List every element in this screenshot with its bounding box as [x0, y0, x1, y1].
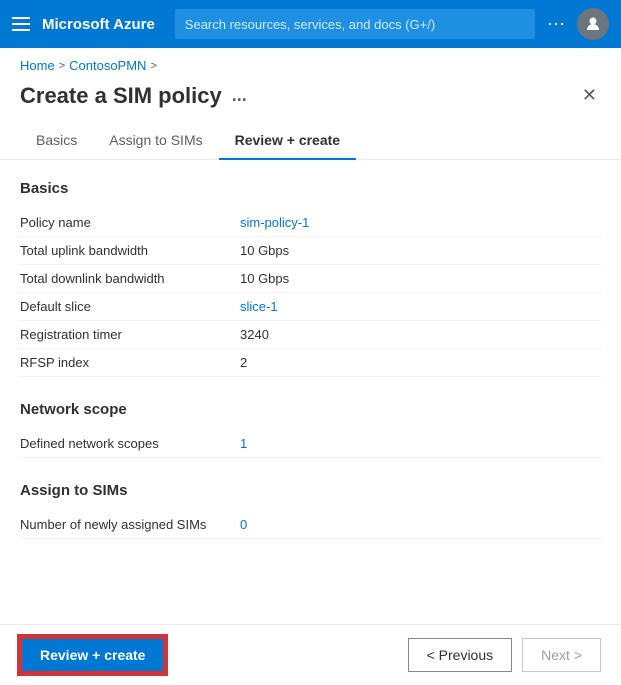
tab-basics[interactable]: Basics: [20, 122, 93, 160]
nav-more-icon[interactable]: ⋯: [547, 14, 565, 35]
row-label: Registration timer: [20, 327, 240, 342]
hamburger-menu[interactable]: [12, 17, 30, 31]
row-value: 2: [240, 355, 247, 370]
table-row: Defined network scopes 1: [20, 430, 601, 458]
footer-actions: Review + create < Previous Next >: [0, 624, 621, 685]
row-label: Total uplink bandwidth: [20, 243, 240, 258]
row-label: Total downlink bandwidth: [20, 271, 240, 286]
breadcrumb-resource[interactable]: ContosoPMN: [69, 58, 146, 73]
table-row: Default slice slice-1: [20, 293, 601, 321]
top-nav: Microsoft Azure ⋯: [0, 0, 621, 48]
review-create-button[interactable]: Review + create: [20, 637, 165, 673]
table-row: RFSP index 2: [20, 349, 601, 377]
row-value: sim-policy-1: [240, 215, 309, 230]
tab-bar: Basics Assign to SIMs Review + create: [0, 122, 621, 160]
row-value: 10 Gbps: [240, 271, 289, 286]
main-panel: Home > ContosoPMN > Create a SIM policy …: [0, 48, 621, 685]
assign-sims-section-title: Assign to SIMs: [20, 482, 601, 499]
row-label: RFSP index: [20, 355, 240, 370]
avatar[interactable]: [577, 8, 609, 40]
basics-table: Policy name sim-policy-1 Total uplink ba…: [20, 209, 601, 377]
breadcrumb-home[interactable]: Home: [20, 58, 55, 73]
table-row: Total downlink bandwidth 10 Gbps: [20, 265, 601, 293]
next-button[interactable]: Next >: [522, 638, 601, 672]
page-title: Create a SIM policy: [20, 83, 222, 109]
tab-review-create[interactable]: Review + create: [219, 122, 356, 160]
row-value: 1: [240, 436, 247, 451]
row-label: Defined network scopes: [20, 436, 240, 451]
panel-title-group: Create a SIM policy ...: [20, 83, 247, 109]
row-value: slice-1: [240, 299, 278, 314]
row-value: 0: [240, 517, 247, 532]
basics-section-title: Basics: [20, 180, 601, 197]
azure-logo: Microsoft Azure: [42, 16, 155, 33]
panel-header: Create a SIM policy ... ✕: [0, 73, 621, 110]
row-label: Number of newly assigned SIMs: [20, 517, 240, 532]
previous-button[interactable]: < Previous: [408, 638, 513, 672]
table-row: Total uplink bandwidth 10 Gbps: [20, 237, 601, 265]
breadcrumb-sep2: >: [150, 60, 156, 72]
assign-sims-table: Number of newly assigned SIMs 0: [20, 511, 601, 539]
table-row: Number of newly assigned SIMs 0: [20, 511, 601, 539]
breadcrumb-sep1: >: [59, 60, 65, 72]
row-value: 3240: [240, 327, 269, 342]
close-icon[interactable]: ✕: [578, 81, 601, 110]
network-scope-table: Defined network scopes 1: [20, 430, 601, 458]
row-label: Default slice: [20, 299, 240, 314]
breadcrumb: Home > ContosoPMN >: [0, 48, 621, 73]
review-content: Basics Policy name sim-policy-1 Total up…: [0, 160, 621, 643]
row-value: 10 Gbps: [240, 243, 289, 258]
table-row: Policy name sim-policy-1: [20, 209, 601, 237]
table-row: Registration timer 3240: [20, 321, 601, 349]
network-scope-section-title: Network scope: [20, 401, 601, 418]
tab-assign-to-sims[interactable]: Assign to SIMs: [93, 122, 218, 160]
global-search-input[interactable]: [175, 9, 535, 39]
panel-options-icon[interactable]: ...: [232, 85, 247, 106]
row-label: Policy name: [20, 215, 240, 230]
